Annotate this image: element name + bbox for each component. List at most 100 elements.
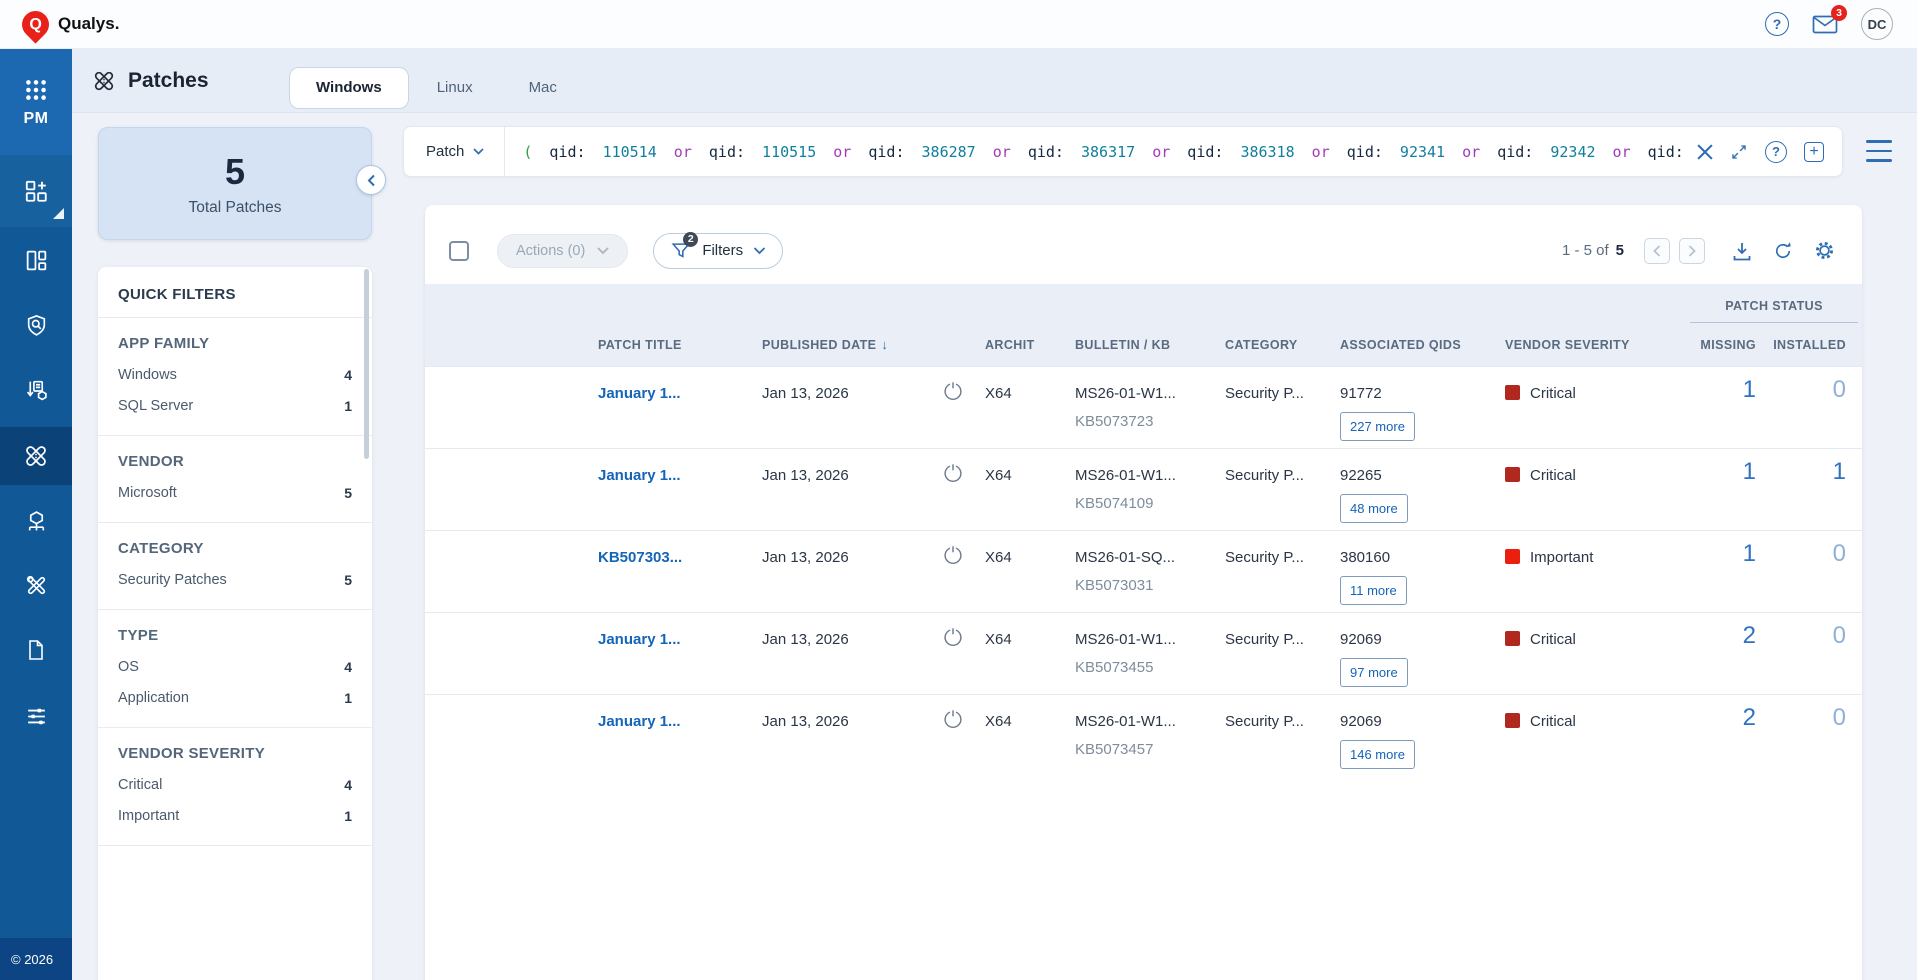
- missing-count[interactable]: 2: [1690, 613, 1770, 646]
- table-row[interactable]: January 1... Jan 13, 2026 X64 MS26-01-W1…: [425, 448, 1862, 530]
- nav-configuration[interactable]: [0, 687, 72, 745]
- help-icon[interactable]: ?: [1765, 12, 1789, 36]
- table-row[interactable]: January 1... Jan 13, 2026 X64 MS26-01-W1…: [425, 366, 1862, 448]
- tab-windows[interactable]: Windows: [289, 67, 409, 109]
- clear-query-icon[interactable]: [1697, 144, 1713, 160]
- filter-section: VENDOR SEVERITY Critical 4 Important 1: [98, 728, 372, 846]
- patch-title-link[interactable]: January 1...: [598, 631, 681, 648]
- more-qids-chip[interactable]: 146 more: [1340, 740, 1415, 769]
- expand-query-icon[interactable]: [1730, 143, 1748, 161]
- tools-icon: [24, 573, 49, 598]
- filter-item-count: 1: [344, 398, 352, 414]
- installed-count[interactable]: 0: [1770, 695, 1862, 728]
- filter-item[interactable]: Critical 4: [118, 777, 352, 793]
- col-vendor-severity[interactable]: VENDOR SEVERITY: [1505, 338, 1690, 352]
- architecture-value: X64: [985, 695, 1075, 732]
- select-all-checkbox[interactable]: [449, 241, 469, 261]
- query-token: qid:: [1028, 143, 1064, 161]
- nav-patches[interactable]: [0, 427, 72, 485]
- filter-item[interactable]: Important 1: [118, 808, 352, 824]
- filter-item[interactable]: Windows 4: [118, 367, 352, 383]
- sliders-icon: [24, 704, 49, 729]
- gear-icon[interactable]: [1813, 239, 1836, 262]
- filters-label: Filters: [702, 242, 743, 259]
- col-missing[interactable]: MISSING: [1690, 338, 1770, 352]
- add-query-icon[interactable]: +: [1804, 142, 1824, 162]
- installed-count[interactable]: 0: [1770, 531, 1862, 564]
- severity-label: Critical: [1530, 465, 1576, 486]
- deployment-icon: [24, 509, 49, 534]
- menu-icon[interactable]: [1866, 140, 1892, 162]
- severity-swatch: [1505, 385, 1520, 400]
- more-qids-chip[interactable]: 97 more: [1340, 658, 1408, 687]
- more-qids-chip[interactable]: 227 more: [1340, 412, 1415, 441]
- installed-count[interactable]: 0: [1770, 367, 1862, 400]
- pagination-range: 1 - 5 of: [1562, 242, 1609, 259]
- filter-item[interactable]: Microsoft 5: [118, 485, 352, 501]
- table-row[interactable]: KB507303... Jan 13, 2026 X64 MS26-01-SQ.…: [425, 530, 1862, 612]
- qid-value: 92069: [1340, 711, 1505, 732]
- query-scope-selector[interactable]: Patch: [404, 143, 504, 160]
- installed-count[interactable]: 0: [1770, 613, 1862, 646]
- tab-mac[interactable]: Mac: [501, 67, 585, 109]
- nav-create-module[interactable]: [0, 155, 72, 227]
- col-architecture[interactable]: ARCHIT: [985, 338, 1075, 352]
- filter-item[interactable]: SQL Server 1: [118, 398, 352, 414]
- nav-tools[interactable]: [0, 556, 72, 614]
- filter-item[interactable]: Security Patches 5: [118, 572, 352, 588]
- nav-reports[interactable]: [0, 621, 72, 679]
- reboot-required-icon: [942, 708, 964, 730]
- patch-title-link[interactable]: January 1...: [598, 467, 681, 484]
- col-patch-title[interactable]: PATCH TITLE: [598, 338, 762, 352]
- kb-value: KB5073723: [1075, 411, 1225, 432]
- more-qids-chip[interactable]: 11 more: [1340, 576, 1407, 605]
- installed-count[interactable]: 1: [1770, 449, 1862, 482]
- filters-button[interactable]: 2 Filters: [653, 233, 783, 269]
- actions-button[interactable]: Actions (0): [497, 234, 628, 268]
- patch-title-link[interactable]: January 1...: [598, 385, 681, 402]
- prev-page-button[interactable]: [1644, 238, 1670, 264]
- col-bulletin-kb[interactable]: BULLETIN / KB: [1075, 338, 1225, 352]
- app-switcher[interactable]: PM: [0, 49, 72, 155]
- nav-deployment[interactable]: [0, 492, 72, 550]
- refresh-icon[interactable]: [1772, 240, 1794, 262]
- severity-label: Important: [1530, 547, 1593, 568]
- missing-count[interactable]: 1: [1690, 367, 1770, 400]
- col-installed[interactable]: INSTALLED: [1770, 338, 1862, 352]
- more-qids-chip[interactable]: 48 more: [1340, 494, 1408, 523]
- bulletin-value: MS26-01-W1...: [1075, 629, 1225, 650]
- next-page-button[interactable]: [1679, 238, 1705, 264]
- patch-title-link[interactable]: KB507303...: [598, 549, 682, 566]
- qid-value: 92265: [1340, 465, 1505, 486]
- architecture-value: X64: [985, 531, 1075, 568]
- scrollbar-thumb[interactable]: [364, 269, 369, 459]
- collapse-panel-button[interactable]: [356, 165, 386, 195]
- filter-section-title: VENDOR SEVERITY: [118, 745, 352, 762]
- tab-linux[interactable]: Linux: [409, 67, 501, 109]
- filter-item[interactable]: OS 4: [118, 659, 352, 675]
- avatar[interactable]: DC: [1861, 8, 1893, 40]
- nav-dashboards[interactable]: [0, 231, 72, 289]
- filter-item[interactable]: Application 1: [118, 690, 352, 706]
- patch-title-link[interactable]: January 1...: [598, 713, 681, 730]
- catalog-export-icon: [24, 378, 49, 403]
- col-published-date[interactable]: PUBLISHED DATE↓: [762, 337, 930, 352]
- nav-vulnerability-scan[interactable]: [0, 296, 72, 354]
- notifications-button[interactable]: 3: [1811, 12, 1839, 36]
- pagination-total: 5: [1616, 242, 1624, 259]
- total-patches-label: Total Patches: [188, 199, 281, 217]
- table-row[interactable]: January 1... Jan 13, 2026 X64 MS26-01-W1…: [425, 612, 1862, 694]
- query-help-icon[interactable]: ?: [1765, 141, 1787, 163]
- download-icon[interactable]: [1731, 240, 1753, 262]
- nav-patch-catalog[interactable]: [0, 361, 72, 419]
- filter-section: VENDOR Microsoft 5: [98, 436, 372, 523]
- total-patches-card[interactable]: 5 Total Patches: [98, 127, 372, 240]
- missing-count[interactable]: 1: [1690, 449, 1770, 482]
- table-row[interactable]: January 1... Jan 13, 2026 X64 MS26-01-W1…: [425, 694, 1862, 776]
- missing-count[interactable]: 2: [1690, 695, 1770, 728]
- col-associated-qids[interactable]: ASSOCIATED QIDS: [1340, 338, 1505, 352]
- col-category[interactable]: CATEGORY: [1225, 338, 1340, 352]
- query-input[interactable]: ( qid: 110514 or qid: 110515 or qid: 386…: [505, 143, 1687, 161]
- missing-count[interactable]: 1: [1690, 531, 1770, 564]
- category-value: Security P...: [1225, 531, 1340, 568]
